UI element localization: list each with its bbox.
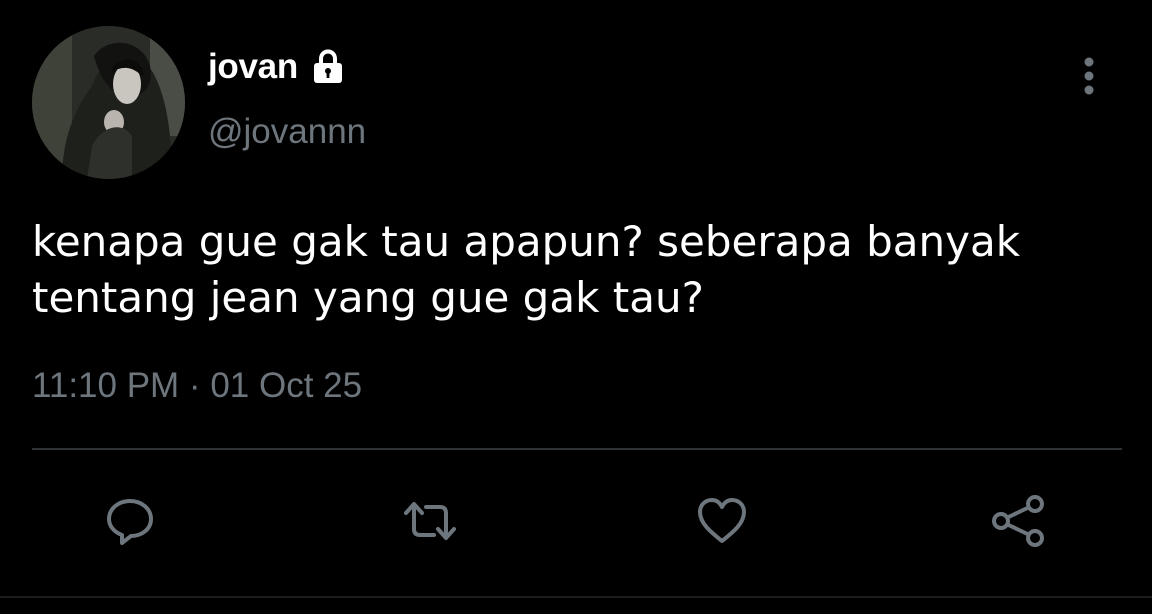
heart-icon [698,498,746,543]
display-name[interactable]: jovan [208,47,298,87]
share-button[interactable] [985,488,1051,554]
retweet-icon [404,502,456,540]
share-icon [992,495,1044,547]
like-button[interactable] [689,488,755,554]
lock-icon [308,47,348,87]
divider [32,448,1122,450]
tweet-text: kenapa gue gak tau apapun? seberapa bany… [32,217,1021,322]
profile-photo [32,26,185,179]
bottom-edge [0,596,1152,614]
avatar[interactable] [32,26,185,179]
tweet-timestamp[interactable]: 11:10 PM · 01 Oct 25 [32,366,362,406]
reply-button[interactable] [97,488,163,554]
more-vertical-icon[interactable] [1076,54,1102,98]
retweet-button[interactable] [397,488,463,554]
user-handle[interactable]: @jovannn [208,112,366,152]
display-name-row: jovan [208,44,348,90]
comment-icon [107,499,153,545]
